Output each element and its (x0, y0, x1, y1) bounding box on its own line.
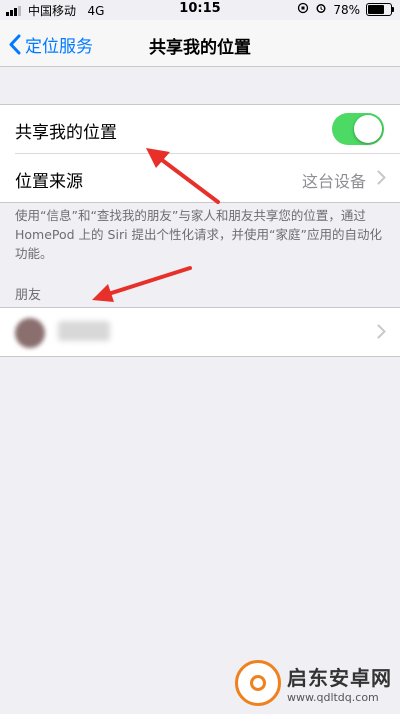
watermark: 启东安卓网 www.qdltdq.com (235, 660, 392, 706)
share-location-label: 共享我的位置 (15, 123, 117, 143)
avatar (15, 318, 45, 348)
orientation-lock-icon (297, 2, 309, 17)
chevron-right-icon (377, 324, 386, 339)
share-location-row: 共享我的位置 (0, 105, 400, 153)
toggle-knob (354, 115, 382, 143)
chevron-right-icon (377, 170, 386, 185)
location-source-value: 这台设备 (301, 172, 366, 191)
share-location-toggle[interactable] (332, 113, 384, 145)
annotation-arrow (92, 266, 192, 302)
friends-list: ████ (0, 307, 400, 357)
friend-list-item[interactable]: ████ (0, 308, 400, 356)
location-source-label: 位置来源 (15, 172, 83, 192)
settings-footer-text: 使用“信息”和“查找我的朋友”与家人和朋友共享您的位置，通过 HomePod 上… (15, 208, 382, 261)
page-title: 共享我的位置 (149, 38, 251, 58)
location-settings-group: 共享我的位置 位置来源 这台设备 (0, 104, 400, 203)
alarm-icon (315, 2, 327, 17)
battery-percent: 78% (333, 2, 360, 17)
status-bar: 中国移动 4G 10:15 78% (0, 0, 400, 20)
navigation-bar: 定位服务 共享我的位置 (0, 20, 400, 67)
location-source-row[interactable]: 位置来源 这台设备 (15, 153, 400, 202)
friend-name: ████ (58, 321, 111, 341)
watermark-logo-icon (235, 660, 281, 706)
friends-section-header: 朋友 (15, 288, 42, 303)
watermark-url: www.qdltdq.com (287, 691, 379, 704)
watermark-name: 启东安卓网 (287, 666, 392, 690)
battery-icon (366, 3, 394, 16)
